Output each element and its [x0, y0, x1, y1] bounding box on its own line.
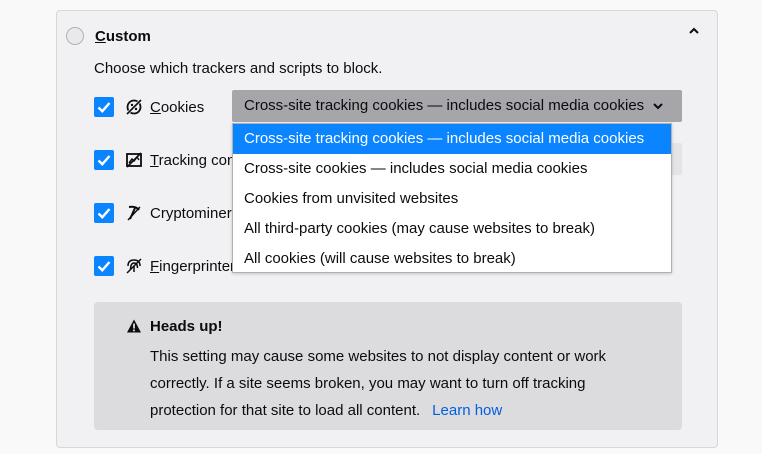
cookie-icon [125, 98, 143, 116]
fingerprinters-label: Fingerprinter [150, 258, 236, 275]
dropdown-option[interactable]: All cookies (will cause websites to brea… [233, 244, 671, 274]
cryptominers-label: Cryptominer [150, 205, 232, 222]
cryptominers-checkbox[interactable] [94, 203, 114, 223]
warning-text: This setting may cause some websites to … [150, 343, 620, 424]
warning-line: protection for that site to load all con… [150, 402, 421, 419]
tracking-content-icon [125, 151, 143, 169]
dropdown-option[interactable]: Cross-site tracking cookies — includes s… [233, 124, 671, 154]
tracking-content-checkbox[interactable] [94, 150, 114, 170]
dropdown-option[interactable]: Cookies from unvisited websites [233, 184, 671, 214]
cookies-label: Cookies [150, 99, 205, 116]
chevron-down-icon [653, 103, 663, 110]
cookies-checkbox[interactable] [94, 97, 114, 117]
fingerprinters-checkbox[interactable] [94, 256, 114, 276]
warning-line: This setting may cause some websites to … [150, 348, 607, 365]
dropdown-option[interactable]: All third-party cookies (may cause websi… [233, 214, 671, 244]
checkmark-icon [97, 261, 111, 272]
chevron-up-icon[interactable] [688, 24, 704, 40]
cookies-select-value: Cross-site tracking cookies — includes s… [244, 97, 645, 114]
fingerprinter-icon [125, 257, 143, 275]
custom-radio[interactable] [66, 27, 84, 45]
custom-title: Custom [95, 28, 151, 45]
warning-icon [126, 318, 142, 334]
dropdown-option[interactable]: Cross-site cookies — includes social med… [233, 154, 671, 184]
tracking-content-label: Tracking con [150, 152, 236, 169]
checkmark-icon [97, 208, 111, 219]
learn-how-link[interactable]: Learn how [432, 402, 502, 419]
warning-line: correctly. If a site seems broken, you m… [150, 375, 586, 392]
cookies-select[interactable]: Cross-site tracking cookies — includes s… [232, 90, 682, 122]
checkmark-icon [97, 102, 111, 113]
cryptominer-icon [125, 204, 143, 222]
warning-title: Heads up! [150, 318, 223, 335]
checkmark-icon [97, 155, 111, 166]
custom-intro: Choose which trackers and scripts to blo… [94, 60, 383, 77]
cookies-dropdown-list: Cross-site tracking cookies — includes s… [232, 123, 672, 273]
